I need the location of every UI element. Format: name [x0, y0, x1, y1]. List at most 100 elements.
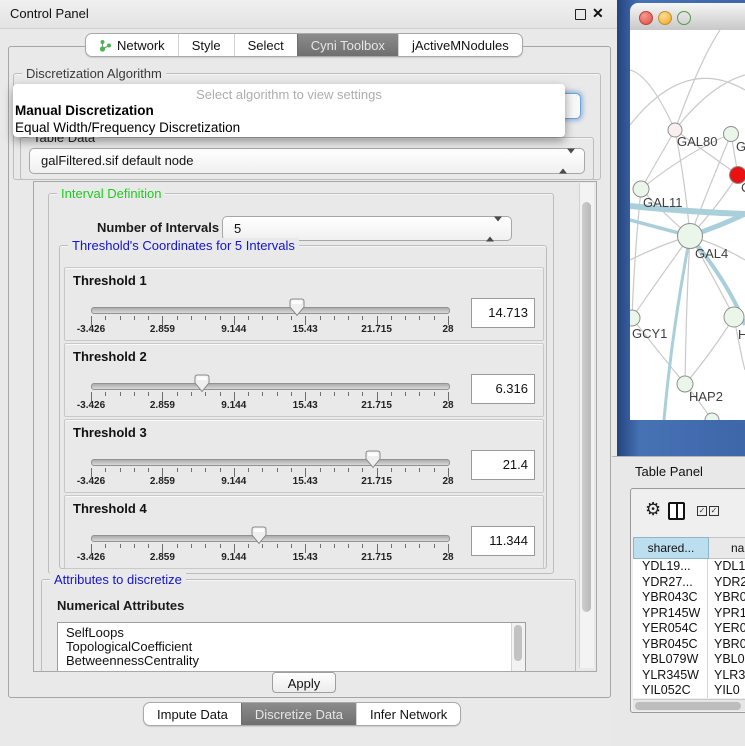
slider-tick — [277, 316, 278, 320]
zoom-traffic-light-icon[interactable] — [677, 11, 691, 25]
thresholds-group-title: Threshold's Coordinates for 5 Intervals — [68, 238, 299, 253]
thresholds-group: Threshold's Coordinates for 5 Intervals … — [59, 245, 547, 569]
threshold-label: Threshold 4 — [73, 501, 147, 516]
table-data-select[interactable]: galFiltered.sif default node — [29, 148, 585, 174]
slider-tick-label: 15.43 — [293, 324, 318, 335]
slider-tick — [105, 468, 106, 472]
slider-thumb[interactable] — [365, 450, 382, 469]
close-traffic-light-icon[interactable] — [639, 11, 653, 25]
tab-infer-network[interactable]: Infer Network — [356, 703, 460, 725]
table-row[interactable]: YDR27...YDR2 — [633, 575, 745, 591]
tab-discretize-data[interactable]: Discretize Data — [241, 703, 356, 725]
column-header-shared-name[interactable]: shared... — [633, 537, 709, 559]
threshold-slider-track[interactable] — [91, 459, 450, 466]
network-node-label: C — [741, 180, 745, 195]
gear-icon[interactable]: ⚙ — [645, 500, 661, 518]
dropdown-option-equal-width[interactable]: Equal Width/Frequency Discretization — [13, 119, 565, 136]
table-row[interactable]: YER054CYER0 — [633, 621, 745, 637]
attributes-scrollbar[interactable] — [511, 623, 525, 672]
settings-scroll-panel: Interval Definition Number of Intervals … — [33, 181, 597, 672]
tab-impute-data[interactable]: Impute Data — [144, 703, 241, 725]
network-canvas[interactable]: GAL80GACGAL11GAL4GCY1HHAP2 — [630, 30, 745, 420]
threshold-slider-track[interactable] — [91, 307, 450, 314]
close-panel-icon[interactable]: ✕ — [592, 5, 604, 22]
slider-thumb[interactable] — [251, 526, 268, 545]
threshold-slider-track[interactable] — [91, 383, 450, 390]
attribute-items: SelfLoopsTopologicalCoefficientBetweenne… — [58, 626, 525, 668]
slider-tick — [191, 316, 192, 320]
number-of-intervals-label: Number of Intervals — [97, 220, 219, 235]
slider-tick — [177, 392, 178, 396]
network-edge[interactable] — [630, 78, 745, 125]
slider-tick-label: 28 — [442, 552, 453, 563]
slider-thumb[interactable] — [289, 298, 306, 317]
slider-tick — [277, 392, 278, 396]
table-row[interactable]: YDL19...YDL1 — [633, 559, 745, 575]
table-header-row: shared... na — [633, 537, 745, 559]
checkbox-select-all-icon[interactable]: ✓ — [697, 506, 707, 516]
node-table[interactable]: shared... na YDL19...YDL1YDR27...YDR2YBR… — [633, 537, 745, 698]
table-widget: ⚙ ✓ ✓ shared... na YDL19...YDL1YDR27...Y… — [630, 488, 745, 713]
network-edge[interactable] — [630, 70, 675, 130]
threshold-value-field[interactable]: 14.713 — [471, 298, 535, 328]
columns-icon[interactable] — [668, 502, 685, 520]
tab-select[interactable]: Select — [234, 34, 297, 56]
slider-tick — [220, 392, 221, 396]
tab-style[interactable]: Style — [178, 34, 234, 56]
network-node[interactable] — [705, 413, 719, 420]
slider-tick — [148, 392, 149, 396]
table-row[interactable]: YBR043CYBR0 — [633, 590, 745, 606]
slider-tick — [362, 392, 363, 396]
column-header-name[interactable]: na — [709, 537, 745, 559]
slider-tick — [291, 544, 292, 548]
float-panel-icon[interactable] — [575, 9, 586, 20]
attribute-item[interactable]: TopologicalCoefficient — [58, 640, 525, 654]
attribute-item[interactable]: SelfLoops — [58, 626, 525, 640]
slider-tick-label: 2.859 — [150, 476, 175, 487]
table-horizontal-scrollbar[interactable] — [633, 699, 745, 711]
network-edge[interactable] — [675, 30, 720, 130]
top-tab-bar: NetworkStyleSelectCyni ToolboxjActiveMNo… — [85, 33, 523, 57]
table-hscrollbar-thumb[interactable] — [635, 702, 741, 710]
table-row[interactable]: YIL052CYIL0 — [633, 683, 745, 698]
cell-name: YBR0 — [708, 590, 745, 606]
network-edge[interactable] — [641, 130, 675, 189]
table-row[interactable]: YPR145WYPR1 — [633, 606, 745, 622]
slider-tick — [262, 392, 263, 396]
table-row[interactable]: YBR045CYBR0 — [633, 637, 745, 653]
slider-tick — [348, 544, 349, 548]
slider-tick-label: 28 — [442, 324, 453, 335]
table-row[interactable]: YLR345WYLR3 — [633, 668, 745, 684]
dropdown-option-manual[interactable]: Manual Discretization — [13, 102, 565, 119]
tab-network[interactable]: Network — [86, 34, 178, 56]
threshold-1-box: Threshold 1-3.4262.8599.14415.4321.71528… — [64, 267, 544, 341]
slider-tick-label: -3.426 — [77, 324, 105, 335]
minimize-traffic-light-icon[interactable] — [658, 11, 672, 25]
tab-cyni-toolbox[interactable]: Cyni Toolbox — [297, 34, 398, 56]
network-node-h[interactable] — [724, 307, 744, 327]
table-panel-title: Table Panel — [635, 464, 703, 479]
threshold-value-field[interactable]: 11.344 — [471, 526, 535, 556]
table-row[interactable]: YBL079WYBL0 — [633, 652, 745, 668]
network-node-gal4[interactable] — [678, 224, 703, 249]
tab-jactivemnodules[interactable]: jActiveMNodules — [398, 34, 522, 56]
cell-shared-name: YBL079W — [633, 652, 708, 668]
attributes-scrollbar-thumb[interactable] — [514, 625, 522, 661]
settings-scrollbar-thumb[interactable] — [582, 202, 591, 612]
attribute-item[interactable]: BetweennessCentrality — [58, 654, 525, 668]
apply-button[interactable]: Apply — [272, 672, 336, 693]
threshold-slider-track[interactable] — [91, 535, 450, 542]
numerical-attributes-list[interactable]: SelfLoopsTopologicalCoefficientBetweenne… — [57, 622, 526, 672]
checkbox-select-none-icon[interactable]: ✓ — [709, 506, 719, 516]
network-node-gcy1[interactable] — [630, 310, 640, 326]
slider-tick-label: 21.715 — [361, 400, 392, 411]
slider-tick — [105, 544, 106, 548]
slider-tick-label: 15.43 — [293, 400, 318, 411]
slider-tick — [105, 316, 106, 320]
slider-thumb[interactable] — [194, 374, 211, 393]
threshold-value-field[interactable]: 21.4 — [471, 450, 535, 480]
threshold-value-field[interactable]: 6.316 — [471, 374, 535, 404]
threshold-label: Threshold 3 — [73, 425, 147, 440]
network-edge[interactable] — [685, 317, 734, 384]
settings-scrollbar[interactable] — [579, 183, 594, 668]
